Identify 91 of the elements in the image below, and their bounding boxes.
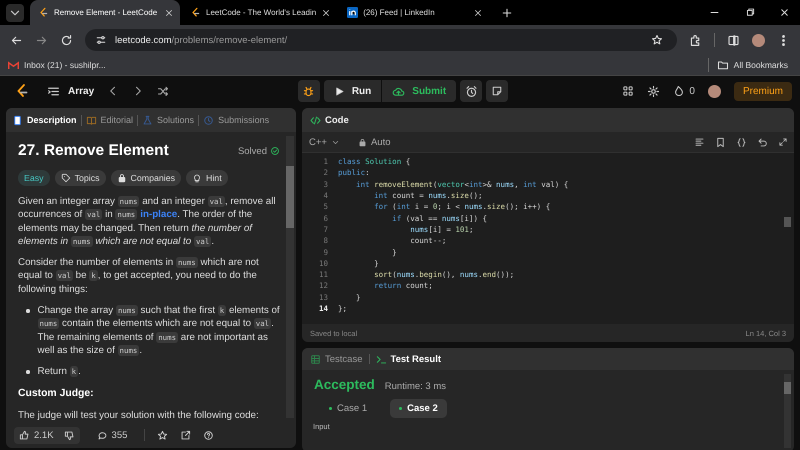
alarm-clock-icon — [464, 84, 478, 98]
clock-icon — [203, 114, 214, 126]
panel-tab[interactable]: Submissions — [203, 114, 270, 126]
lock-icon — [116, 173, 126, 183]
flask-icon — [142, 114, 154, 126]
close-icon[interactable] — [779, 7, 790, 18]
comments-button[interactable]: 355 — [92, 426, 132, 444]
notes-button[interactable] — [486, 80, 508, 102]
site-settings-icon[interactable] — [95, 34, 107, 46]
topics-button[interactable]: Topics — [54, 170, 106, 186]
folder-icon — [716, 59, 729, 71]
timer-button[interactable] — [460, 80, 482, 102]
panel-tab[interactable]: Editorial — [86, 114, 134, 126]
comment-icon — [96, 430, 108, 440]
streak-counter[interactable]: 0 — [673, 85, 695, 97]
close-icon[interactable] — [321, 8, 332, 18]
all-bookmarks-button[interactable]: All Bookmarks — [716, 59, 788, 71]
logo-icon[interactable] — [190, 7, 201, 18]
companies-button[interactable]: Companies — [110, 170, 181, 186]
lock-icon — [358, 138, 367, 146]
avatar[interactable] — [752, 34, 765, 46]
mail-icon — [8, 60, 19, 70]
back-arrow-icon[interactable] — [10, 34, 23, 46]
star-icon[interactable] — [651, 34, 663, 46]
premium-button[interactable]: Premium — [734, 82, 792, 100]
shuffle-icon[interactable] — [157, 85, 170, 97]
section-heading: Custom Judge: — [18, 388, 95, 399]
verdict: Accepted — [314, 377, 375, 392]
case-tab[interactable]: Case 1 — [320, 399, 376, 418]
expand-icon[interactable] — [778, 137, 788, 147]
in-place-link[interactable]: in-place — [140, 209, 178, 220]
scrollbar[interactable] — [784, 374, 791, 448]
list-icon — [47, 84, 60, 98]
share-icon[interactable] — [180, 430, 192, 440]
bookmark[interactable]: Inbox (21) - sushilpr... — [8, 60, 106, 70]
close-icon[interactable] — [164, 8, 174, 18]
table-icon — [310, 354, 321, 364]
problem-list-button[interactable]: Array — [47, 84, 94, 98]
undo-icon[interactable] — [757, 136, 768, 148]
braces-icon[interactable] — [736, 136, 747, 148]
page-icon — [347, 7, 358, 18]
panel-title: Code — [325, 114, 349, 126]
book-icon — [86, 114, 97, 126]
tag-icon — [60, 173, 71, 183]
panel-tab[interactable]: Description — [12, 114, 77, 126]
thumbs-up-icon — [19, 430, 30, 440]
bookmark-icon[interactable] — [715, 136, 726, 148]
language-dropdown[interactable]: C++ — [309, 136, 340, 148]
chevron-down-icon[interactable] — [6, 4, 24, 22]
panel-tab[interactable]: Testcase — [310, 354, 362, 364]
reload-icon[interactable] — [60, 34, 73, 46]
code-icon — [310, 114, 321, 126]
browser-tab[interactable]: Remove Element - LeetCode — [30, 0, 180, 25]
submit-button[interactable]: Submit — [381, 80, 456, 102]
extensions-icon[interactable] — [689, 34, 702, 46]
terminal-icon — [376, 354, 386, 364]
case-tab[interactable]: Case 2 — [390, 399, 447, 418]
problem-title: 27. Remove Element — [18, 142, 169, 160]
plus-icon[interactable] — [501, 6, 514, 18]
format-icon[interactable] — [694, 136, 705, 148]
panel-tab[interactable]: Solutions — [142, 114, 194, 126]
debug-button[interactable] — [298, 80, 320, 102]
lightbulb-icon — [192, 173, 202, 183]
hint-button[interactable]: Hint — [186, 170, 228, 186]
browser-tab[interactable]: LeetCode - The World's Leadin — [182, 0, 338, 25]
bug-icon — [302, 84, 316, 98]
sidebar-icon[interactable] — [727, 34, 740, 46]
help-icon[interactable] — [203, 430, 214, 440]
play-icon — [334, 86, 345, 96]
thumbs-down-icon — [64, 430, 75, 440]
restore-icon[interactable] — [744, 7, 755, 18]
browser-tab[interactable]: (26) Feed | LinkedIn — [339, 0, 490, 25]
scrollbar[interactable] — [286, 136, 294, 418]
close-icon[interactable] — [473, 8, 484, 18]
avatar[interactable] — [708, 84, 721, 98]
grid-icon[interactable] — [622, 85, 634, 97]
address-bar[interactable]: leetcode.com/problems/remove-element/ — [85, 29, 677, 51]
description-paragraph: The judge will test your solution with the following code: — [18, 408, 260, 422]
runtime: Runtime: 3 ms — [384, 381, 446, 392]
logo-icon[interactable] — [38, 7, 49, 18]
settings-icon[interactable] — [647, 84, 660, 98]
panel-tab[interactable]: Test Result — [376, 354, 442, 364]
forward-arrow-icon[interactable] — [35, 34, 48, 46]
note-icon — [491, 85, 504, 97]
star-icon[interactable] — [157, 430, 168, 440]
document-icon — [12, 114, 23, 126]
run-button[interactable]: Run — [324, 80, 382, 102]
solved-status: Solved — [238, 146, 280, 156]
check-circle-icon — [270, 146, 280, 156]
difficulty-badge: Easy — [18, 170, 50, 186]
autocomplete-toggle[interactable]: Auto — [358, 136, 391, 148]
